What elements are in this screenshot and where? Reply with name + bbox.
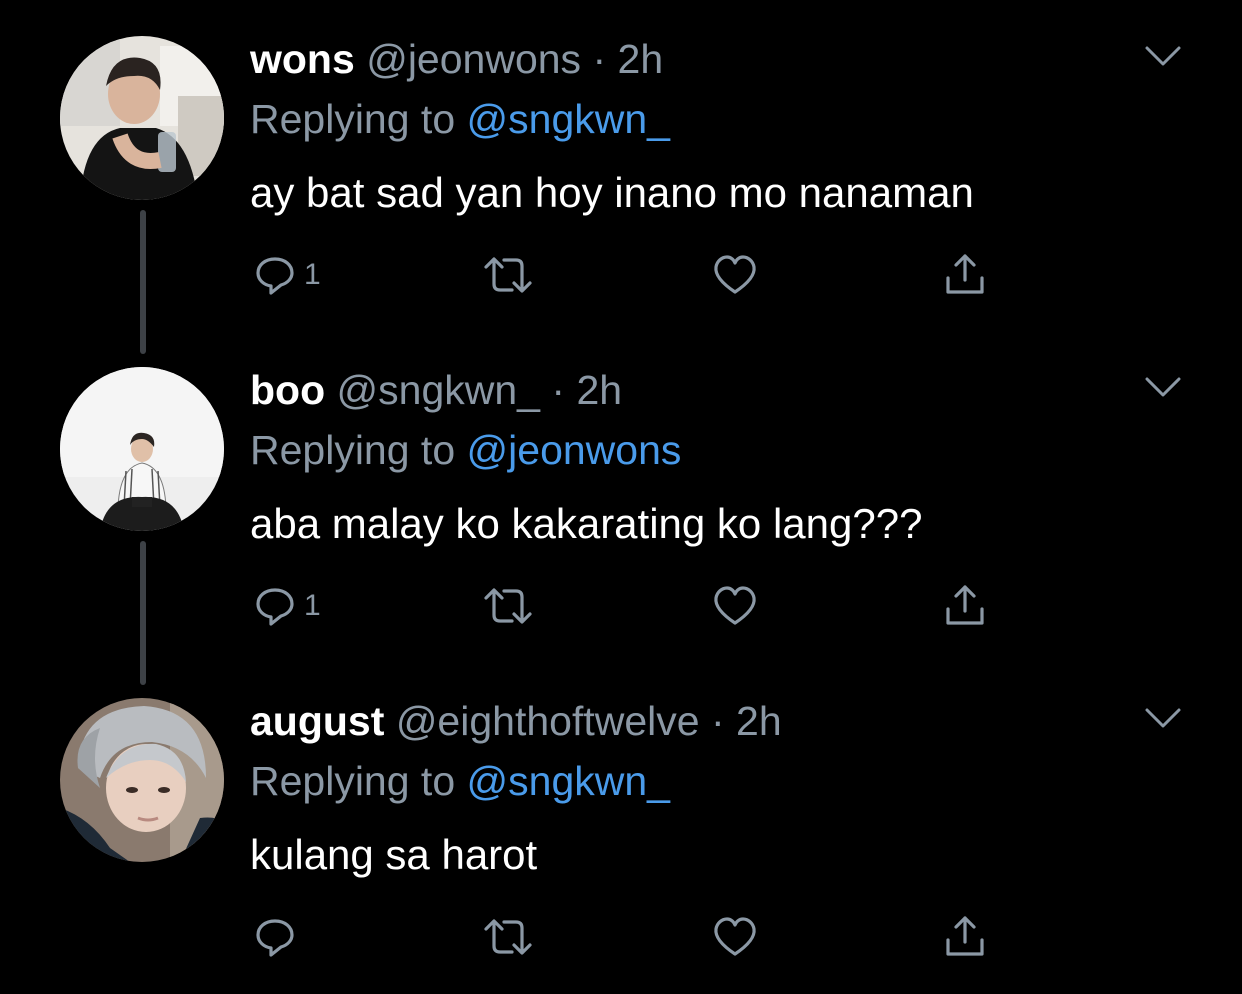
mention-link[interactable]: @sngkwn_ [467, 758, 670, 804]
tweet-text: aba malay ko kakarating ko lang??? [250, 500, 923, 547]
replying-prefix: Replying to [250, 96, 456, 142]
reply-count: 1 [304, 258, 321, 291]
share-icon [946, 916, 984, 956]
tweet[interactable]: wons @jeonwons · 2h Replying to @sngkwn_… [0, 0, 1242, 354]
like-button[interactable] [710, 581, 760, 631]
replying-prefix: Replying to [250, 427, 456, 473]
tweet[interactable]: august @eighthoftwelve · 2h Replying to … [0, 662, 1242, 992]
handle[interactable]: @eighthoftwelve [396, 698, 700, 744]
reply-count: 1 [304, 589, 321, 622]
separator-dot: · [592, 36, 607, 82]
handle[interactable]: @jeonwons [366, 36, 581, 82]
retweet-icon [484, 588, 532, 624]
chevron-down-icon[interactable] [1143, 704, 1183, 732]
like-button[interactable] [710, 912, 760, 962]
tweet-text: ay bat sad yan hoy inano mo nanaman [250, 169, 974, 216]
action-bar: 1 [250, 581, 1010, 631]
timestamp[interactable]: 2h [618, 36, 664, 82]
reply-icon [256, 588, 294, 626]
avatar-photo [60, 36, 224, 200]
retweet-button[interactable] [480, 581, 536, 631]
replying-to: Replying to @sngkwn_ [250, 94, 670, 144]
display-name[interactable]: august [250, 698, 384, 744]
avatar-photo [60, 367, 224, 531]
tweet-header: wons @jeonwons · 2h [250, 34, 663, 84]
retweet-icon [484, 257, 532, 293]
avatar[interactable] [60, 36, 224, 200]
chevron-down-icon[interactable] [1143, 42, 1183, 70]
reply-button[interactable]: 1 [250, 250, 321, 300]
display-name[interactable]: wons [250, 36, 355, 82]
tweet-header: boo @sngkwn_ · 2h [250, 365, 622, 415]
mention-link[interactable]: @jeonwons [467, 427, 682, 473]
display-name[interactable]: boo [250, 367, 325, 413]
replying-to: Replying to @jeonwons [250, 425, 681, 475]
like-icon [714, 255, 756, 294]
avatar[interactable] [60, 367, 224, 531]
chevron-down-icon[interactable] [1143, 373, 1183, 401]
share-button[interactable] [940, 581, 990, 631]
avatar[interactable] [60, 698, 224, 862]
tweet-text: kulang sa harot [250, 831, 538, 878]
retweet-button[interactable] [480, 250, 536, 300]
handle[interactable]: @sngkwn_ [337, 367, 540, 413]
separator-dot: · [710, 698, 725, 744]
like-icon [714, 917, 756, 956]
retweet-button[interactable] [480, 912, 536, 962]
tweet[interactable]: boo @sngkwn_ · 2h Replying to @jeonwons … [0, 331, 1242, 685]
reply-button[interactable]: 1 [250, 581, 321, 631]
reply-icon [256, 919, 294, 957]
mention-link[interactable]: @sngkwn_ [467, 96, 670, 142]
replying-to: Replying to @sngkwn_ [250, 756, 670, 806]
like-icon [714, 586, 756, 625]
timestamp[interactable]: 2h [736, 698, 782, 744]
retweet-icon [484, 919, 532, 955]
avatar-photo [60, 698, 224, 862]
separator-dot: · [551, 367, 566, 413]
share-icon [946, 254, 984, 294]
share-button[interactable] [940, 250, 990, 300]
share-button[interactable] [940, 912, 990, 962]
reply-icon [256, 257, 294, 295]
reply-button[interactable] [250, 912, 304, 962]
timestamp[interactable]: 2h [576, 367, 622, 413]
share-icon [946, 585, 984, 625]
action-bar: 1 [250, 250, 1010, 300]
like-button[interactable] [710, 250, 760, 300]
action-bar [250, 912, 1010, 962]
replying-prefix: Replying to [250, 758, 456, 804]
tweet-header: august @eighthoftwelve · 2h [250, 696, 782, 746]
